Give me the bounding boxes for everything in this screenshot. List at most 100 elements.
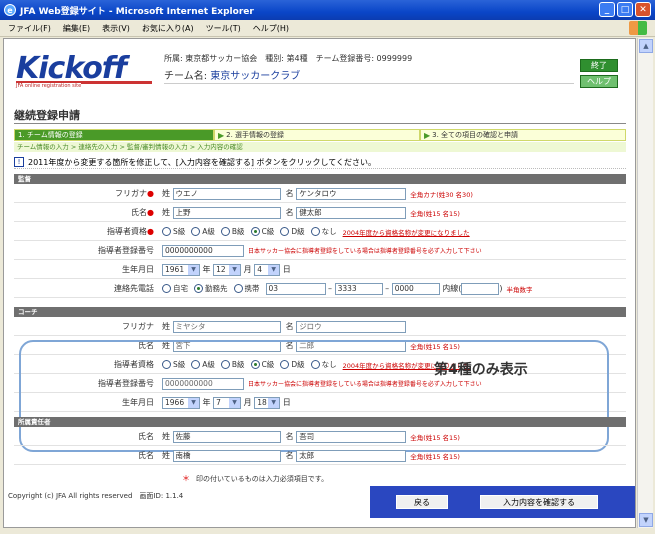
manager-reg-label: 指導者登録番号 bbox=[98, 246, 154, 255]
manager-furigana-mei-input[interactable] bbox=[296, 187, 407, 200]
required-mark: ● bbox=[147, 227, 154, 236]
minimize-button[interactable]: _ bbox=[599, 2, 615, 17]
coach-callout: 第4種のみ表示 bbox=[434, 362, 528, 378]
manager-name-row: 氏名● 姓 名 全角(姓15 名15) bbox=[14, 204, 626, 222]
dob-year-select[interactable]: 1961 ▼ bbox=[162, 263, 200, 276]
menu-favorites[interactable]: お気に入り(A) bbox=[142, 23, 194, 34]
officer-mei-input-2[interactable] bbox=[296, 449, 407, 462]
menubar: ファイル(F) 編集(E) 表示(V) お気に入り(A) ツール(T) ヘルプ(… bbox=[0, 20, 655, 37]
phone-input-3[interactable] bbox=[391, 282, 440, 295]
manager-phone-label: 連絡先電話 bbox=[114, 284, 154, 293]
section-coach: コーチ bbox=[14, 307, 626, 317]
qual-change-link[interactable]: 2004年度から資格名称が変更になりました bbox=[343, 227, 470, 237]
manager-qual-label: 指導者資格● bbox=[107, 227, 154, 236]
required-mark: ● bbox=[147, 189, 154, 198]
officer-row-2: 氏名 姓 名 全角(姓15 名15) bbox=[14, 447, 626, 465]
manager-furigana-note: 全角カナ(姓30 名30) bbox=[410, 190, 473, 199]
back-button[interactable]: 戻る bbox=[396, 495, 448, 509]
mei-label: 名 bbox=[285, 208, 294, 217]
step-arrow-icon: ▶ bbox=[424, 130, 431, 140]
step-3-label: 3. 全ての項目の確認と申請 bbox=[432, 131, 519, 139]
qual-radio-d[interactable]: D級 bbox=[280, 226, 305, 237]
manager-name-mei-input[interactable] bbox=[296, 206, 407, 219]
phone-ext-input[interactable] bbox=[461, 282, 500, 295]
close-button[interactable]: ✕ bbox=[635, 2, 651, 17]
officer-row-1: 氏名 姓 名 全角(姓15 名15) bbox=[14, 428, 626, 446]
menu-help[interactable]: ヘルプ(H) bbox=[253, 23, 289, 34]
coach-furigana-mei-input[interactable] bbox=[296, 320, 407, 333]
step-indicator: 1. チーム情報の登録 ▶ 2. 選手情報の登録 ▶ 3. 全ての項目の確認と申… bbox=[14, 129, 626, 141]
maximize-button[interactable]: □ bbox=[617, 2, 633, 17]
copyright: Copyright (c) JFA All rights reserved 画面… bbox=[8, 492, 184, 500]
ie-icon: e bbox=[4, 4, 16, 16]
end-button[interactable]: 終了 bbox=[580, 59, 618, 72]
manager-furigana-row: フリガナ● 姓 名 全角カナ(姓30 名30) bbox=[14, 185, 626, 203]
officer-sei-input-1[interactable] bbox=[172, 430, 281, 443]
header: Kickoff JFA online registration site 所属:… bbox=[4, 39, 635, 99]
phone-radio-mobile[interactable]: 携帯 bbox=[233, 283, 260, 294]
manager-name-label: 氏名● bbox=[131, 208, 154, 217]
menu-view[interactable]: 表示(V) bbox=[102, 23, 130, 34]
window-titlebar: e JFA Web登録サイト - Microsoft Internet Expl… bbox=[0, 0, 655, 20]
officer-mei-input-1[interactable] bbox=[296, 430, 407, 443]
phone-input-2[interactable] bbox=[334, 282, 383, 295]
affiliation-info: 所属: 東京都サッカー協会 種別: 第4種 チーム登録番号: 0999999 bbox=[164, 54, 413, 63]
notice-text: 2011年度から変更する箇所を修正して、[入力内容を確認する] ボタンをクリック… bbox=[28, 157, 377, 167]
team-label: チーム名: bbox=[164, 71, 208, 82]
phone-radio-home[interactable]: 自宅 bbox=[162, 283, 188, 294]
section-officer: 所属責任者 bbox=[14, 417, 626, 427]
coach-furigana-sei-input[interactable] bbox=[172, 320, 281, 333]
manager-reg-note: 日本サッカー協会に指導者登録をしている場合は指導者登録番号を必ず入力して下さい bbox=[248, 248, 482, 255]
mei-label: 名 bbox=[285, 189, 294, 198]
help-button[interactable]: ヘルプ bbox=[580, 75, 618, 88]
manager-furigana-label: フリガナ● bbox=[115, 189, 154, 198]
window-title: JFA Web登録サイト - Microsoft Internet Explor… bbox=[20, 6, 254, 17]
qual-radio-none[interactable]: なし bbox=[310, 226, 337, 237]
officer-sei-input-2[interactable] bbox=[172, 449, 281, 462]
phone-input-1[interactable] bbox=[265, 282, 326, 295]
team-name: 東京サッカークラブ bbox=[210, 71, 301, 82]
manager-reg-input[interactable] bbox=[162, 244, 244, 257]
title-divider bbox=[14, 123, 626, 124]
officer-name-label-2: 氏名 bbox=[138, 451, 154, 460]
scroll-down-icon[interactable]: ▼ bbox=[639, 513, 653, 527]
confirm-button[interactable]: 入力内容を確認する bbox=[480, 495, 598, 509]
menu-edit[interactable]: 編集(E) bbox=[63, 23, 90, 34]
windows-logo-icon bbox=[629, 21, 647, 35]
manager-qual-row: 指導者資格● S級 A級 B級 C級 D級 なし 2004年度から資格名称が変更… bbox=[14, 223, 626, 241]
step-2: ▶ 2. 選手情報の登録 bbox=[214, 129, 420, 141]
officer-name-label-1: 氏名 bbox=[138, 432, 154, 441]
dropdown-arrow-icon: ▼ bbox=[229, 264, 241, 275]
notice: ! 2011年度から変更する箇所を修正して、[入力内容を確認する] ボタンをクリ… bbox=[14, 156, 626, 169]
vertical-scrollbar[interactable]: ▲ ▼ bbox=[637, 38, 653, 528]
menu-file[interactable]: ファイル(F) bbox=[8, 23, 51, 34]
qual-radio-c[interactable]: C級 bbox=[250, 226, 274, 237]
qual-radio-s[interactable]: S級 bbox=[162, 226, 185, 237]
manager-name-sei-input[interactable] bbox=[172, 206, 281, 219]
logo-subtitle: JFA online registration site bbox=[16, 83, 82, 89]
dob-month-select[interactable]: 12 ▼ bbox=[213, 263, 242, 276]
coach-furigana-row: フリガナ 姓 名 bbox=[14, 318, 626, 336]
dropdown-arrow-icon: ▼ bbox=[188, 264, 199, 275]
dob-day-select[interactable]: 4 ▼ bbox=[254, 263, 281, 276]
phone-note: 半角数字 bbox=[506, 285, 533, 294]
breadcrumb: チーム情報の入力 > 連絡先の入力 > 監督/審判情報の入力 > 入力内容の確認 bbox=[14, 142, 626, 152]
officer-note-1: 全角(姓15 名15) bbox=[410, 433, 460, 442]
manager-dob-row: 生年月日 1961 ▼ 年 12 ▼ 月 4 ▼ 日 bbox=[14, 261, 626, 279]
window-controls: _ □ ✕ bbox=[599, 2, 651, 17]
required-mark: ＊ bbox=[182, 474, 190, 483]
step-3: ▶ 3. 全ての項目の確認と申請 bbox=[420, 129, 626, 141]
manager-furigana-sei-input[interactable] bbox=[172, 187, 281, 200]
step-2-label: 2. 選手情報の登録 bbox=[226, 131, 285, 139]
page-content: Kickoff JFA online registration site 所属:… bbox=[3, 38, 636, 528]
officer-note-2: 全角(姓15 名15) bbox=[410, 452, 460, 461]
team-name-line: チーム名: 東京サッカークラブ bbox=[164, 67, 300, 82]
header-divider bbox=[164, 83, 574, 84]
sei-label: 姓 bbox=[162, 189, 170, 198]
phone-radio-work[interactable]: 勤務先 bbox=[194, 283, 228, 294]
qual-radio-b[interactable]: B級 bbox=[220, 226, 245, 237]
footer-bar: 戻る 入力内容を確認する bbox=[370, 486, 635, 518]
menu-tools[interactable]: ツール(T) bbox=[206, 23, 241, 34]
qual-radio-a[interactable]: A級 bbox=[191, 226, 215, 237]
scroll-up-icon[interactable]: ▲ bbox=[639, 39, 653, 53]
